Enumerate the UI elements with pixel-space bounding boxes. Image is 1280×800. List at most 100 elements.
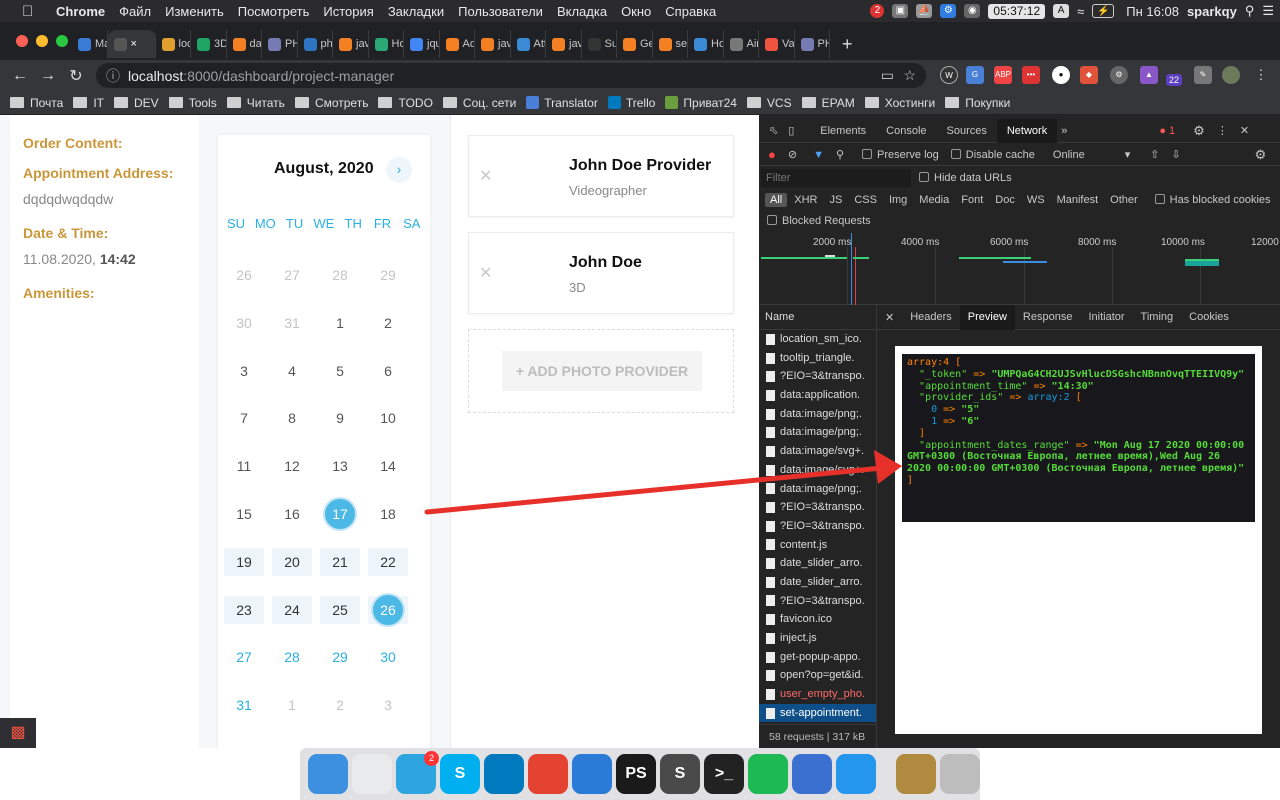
request-row[interactable]: get-popup-appo. <box>759 648 876 667</box>
menu-window[interactable]: Окно <box>621 4 651 19</box>
name-column-header[interactable]: Name <box>759 305 876 330</box>
filter-type-xhr[interactable]: XHR <box>789 193 822 207</box>
filter-type-other[interactable]: Other <box>1105 193 1143 207</box>
preserve-log-checkbox[interactable]: Preserve log <box>862 148 939 161</box>
laravel-debugbar-icon[interactable]: ▩ <box>0 718 36 748</box>
bookmark-folder[interactable]: TODO <box>378 96 433 110</box>
filter-input[interactable]: Filter <box>761 169 911 187</box>
request-row[interactable]: set-appointment. <box>759 703 876 723</box>
browser-tab[interactable]: 3D <box>191 30 227 58</box>
ext-gear-icon[interactable]: ⚙ <box>1110 66 1128 84</box>
cast-icon[interactable]: ▭ <box>881 67 894 84</box>
tray-app-icon[interactable]: ◉ <box>964 4 981 18</box>
menu-history[interactable]: История <box>323 4 373 19</box>
bookmark-folder[interactable]: Покупки <box>945 96 1010 110</box>
ext-badge[interactable]: 22 <box>1166 74 1182 86</box>
filter-type-img[interactable]: Img <box>884 193 912 207</box>
export-har-icon[interactable]: ⇩ <box>1171 148 1180 161</box>
request-row[interactable]: user_empty_pho. <box>759 685 876 704</box>
devtools-close-icon[interactable]: ✕ <box>1240 124 1249 137</box>
browser-tab[interactable]: How <box>369 30 404 58</box>
browser-tab[interactable]: java <box>475 30 511 58</box>
filter-type-manifest[interactable]: Manifest <box>1052 193 1104 207</box>
browser-tab[interactable]: Add <box>440 30 475 58</box>
league-icon[interactable] <box>896 754 936 794</box>
hide-data-urls-checkbox[interactable]: Hide data URLs <box>919 172 1012 184</box>
browser-tab[interactable]: loca <box>156 30 191 58</box>
request-row[interactable]: data:image/svg+. <box>759 461 876 480</box>
remove-provider-close-icon[interactable]: ✕ <box>479 166 492 186</box>
bookmark-folder[interactable]: VCS <box>746 96 792 110</box>
ext-white-icon[interactable]: ● <box>1052 66 1070 84</box>
calendar-day[interactable]: 8 <box>272 404 312 432</box>
search-icon[interactable]: ⚲ <box>836 148 844 161</box>
inspect-element-icon[interactable]: ⬁ <box>769 124 778 137</box>
browser-tab[interactable]: Mai <box>72 30 108 58</box>
request-row[interactable]: favicon.ico <box>759 610 876 629</box>
detail-tab-timing[interactable]: Timing <box>1133 305 1182 330</box>
paw-icon[interactable] <box>572 754 612 794</box>
clear-icon[interactable]: ⊘ <box>788 148 797 161</box>
menu-file[interactable]: Файл <box>119 4 151 19</box>
browser-tab[interactable]: php <box>298 30 333 58</box>
tab-sources[interactable]: Sources <box>937 119 997 143</box>
calendar-day[interactable]: 26 <box>368 594 408 625</box>
menu-edit[interactable]: Изменить <box>165 4 224 19</box>
browser-tab[interactable]: Air <box>724 30 759 58</box>
calendar-day[interactable]: 2 <box>368 309 408 337</box>
todoist-icon[interactable] <box>528 754 568 794</box>
apple-icon[interactable]:  <box>22 3 40 20</box>
calendar-day[interactable]: 28 <box>272 643 312 671</box>
tab-network[interactable]: Network <box>996 118 1058 143</box>
calendar-day[interactable]: 11 <box>224 452 264 480</box>
calendar-day[interactable]: 13 <box>320 452 360 480</box>
bookmark-folder[interactable]: Хостинги <box>864 96 935 110</box>
calendar-day[interactable]: 25 <box>320 595 360 624</box>
calendar-day[interactable]: 30 <box>368 643 408 671</box>
throttling-select[interactable]: Online ▾ <box>1053 148 1130 161</box>
sublime-icon[interactable]: S <box>660 754 700 794</box>
calendar-day[interactable]: 18 <box>368 500 408 528</box>
filter-type-css[interactable]: CSS <box>849 193 882 207</box>
disable-cache-checkbox[interactable]: Disable cache <box>950 148 1035 161</box>
menu-help[interactable]: Справка <box>665 4 716 19</box>
back-arrow-icon[interactable]: ← <box>6 67 34 85</box>
has-blocked-cookies-checkbox[interactable]: Has blocked cookies <box>1154 194 1271 206</box>
chrome-app-icon[interactable] <box>352 754 392 794</box>
request-row[interactable]: ?EIO=3&transpo. <box>759 517 876 536</box>
request-row[interactable]: data:image/png;. <box>759 480 876 499</box>
detail-tab-response[interactable]: Response <box>1015 305 1081 330</box>
blocked-requests-checkbox[interactable]: Blocked Requests <box>767 215 871 227</box>
browser-tab[interactable]: date <box>227 30 262 58</box>
browser-tab[interactable]: Attr <box>511 30 546 58</box>
network-settings-icon[interactable]: ⚙ <box>1255 147 1267 163</box>
add-photo-provider-button[interactable]: + ADD PHOTO PROVIDER <box>502 351 702 391</box>
bookmark-folder[interactable]: Соц. сети <box>442 96 516 110</box>
terminal-icon[interactable]: >_ <box>704 754 744 794</box>
calendar-day[interactable]: 15 <box>224 500 264 528</box>
filter-type-font[interactable]: Font <box>956 193 988 207</box>
address-bar[interactable]: ⓘ localhost:8000/dashboard/project-manag… <box>96 63 926 88</box>
calendar-day[interactable]: 31 <box>224 691 264 719</box>
menu-list-icon[interactable]: ☰ <box>1262 3 1274 19</box>
menu-view[interactable]: Посмотреть <box>238 4 310 19</box>
calendar-day[interactable]: 22 <box>368 547 408 576</box>
filter-type-ws[interactable]: WS <box>1022 193 1050 207</box>
request-row[interactable]: tooltip_triangle. <box>759 349 876 368</box>
ext-red-icon[interactable]: ••• <box>1022 66 1040 84</box>
calendar-day[interactable]: 4 <box>272 357 312 385</box>
devtools-menu-icon[interactable]: ⋮ <box>1217 124 1228 137</box>
bookmark-folder[interactable]: Почта <box>10 96 63 110</box>
ext-translate-icon[interactable]: G <box>966 66 984 84</box>
calendar-day[interactable]: 12 <box>272 452 312 480</box>
request-row[interactable]: ?EIO=3&transpo. <box>759 498 876 517</box>
new-tab-plus-icon[interactable]: + <box>842 30 853 60</box>
filter-funnel-icon[interactable]: ▼ <box>813 149 824 161</box>
request-row[interactable]: ?EIO=3&transpo. <box>759 367 876 386</box>
menu-people[interactable]: Пользователи <box>458 4 543 19</box>
page-info-icon[interactable]: ⓘ <box>106 66 120 86</box>
import-har-icon[interactable]: ⇧ <box>1150 148 1159 161</box>
ext-w-icon[interactable]: W <box>940 66 958 84</box>
close-detail-icon[interactable]: ✕ <box>877 311 902 324</box>
trash-icon[interactable] <box>940 754 980 794</box>
